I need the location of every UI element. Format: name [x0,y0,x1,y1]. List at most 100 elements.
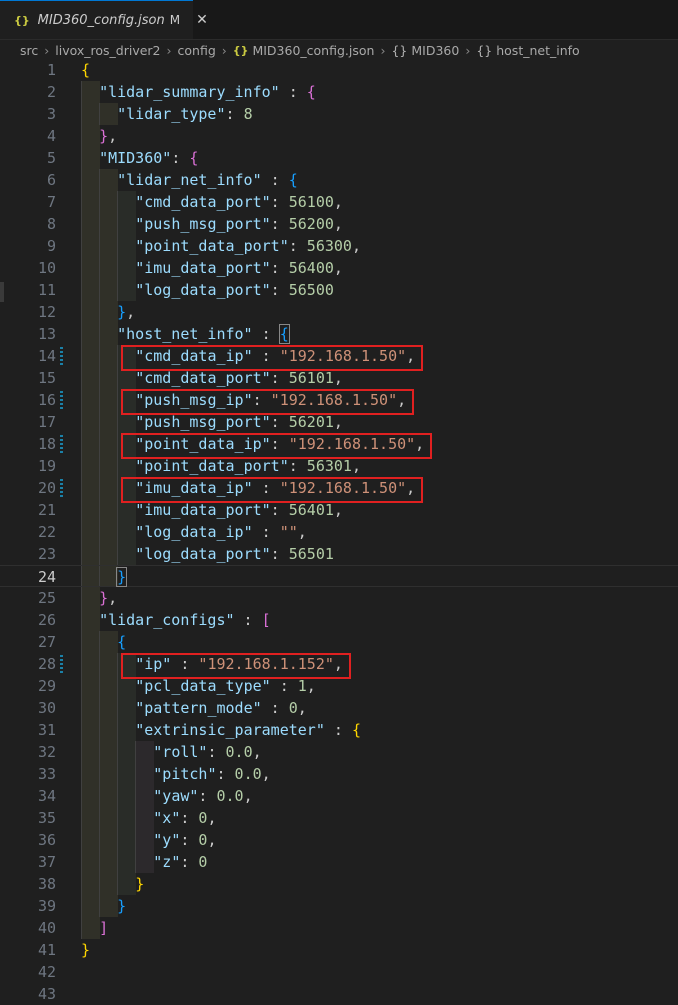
code-token: : [252,523,280,541]
modified-line-marker[interactable] [60,655,63,673]
chevron-right-icon: › [465,42,471,58]
code-line[interactable]: 30 "pattern_mode" : 0, [0,697,678,719]
close-icon[interactable]: ✕ [196,12,208,28]
code-line[interactable]: 25}, [0,587,678,609]
code-line[interactable]: 15 "cmd_data_port": 56101, [0,367,678,389]
code-token: "log_data_port" [135,281,271,299]
code-line[interactable]: 29 "pcl_data_type" : 1, [0,675,678,697]
code-token: , [333,413,343,431]
code-token: : [234,611,262,629]
code-line[interactable]: 37 "z": 0 [0,851,678,873]
code-token: : [180,853,199,871]
code-text: "pitch": 0.0, [153,763,270,785]
modified-indicator: M [169,13,181,27]
code-line[interactable]: 23 "log_data_port": 56501 [0,543,678,565]
line-number: 3 [46,105,56,123]
code-line[interactable]: 10 "imu_data_port": 56400, [0,257,678,279]
breadcrumb-item-config[interactable]: config [178,43,216,58]
code-token: : [270,369,289,387]
breadcrumb-item-livox-ros-driver2[interactable]: livox_ros_driver2 [55,43,160,58]
code-text: "pcl_data_type" : 1, [135,675,316,697]
code-line[interactable]: 34 "yaw": 0.0, [0,785,678,807]
code-line[interactable]: 21 "imu_data_port": 56401, [0,499,678,521]
line-number: 40 [37,919,56,937]
modified-line-marker[interactable] [60,347,63,365]
code-token: 0 [288,699,298,717]
line-number: 33 [37,765,56,783]
code-line[interactable]: 38} [0,873,678,895]
code-token: "push_msg_port" [135,215,271,233]
code-token: { [288,171,298,189]
breadcrumb-item-mid360[interactable]: MID360 [411,43,459,58]
code-line[interactable]: 27 { [0,631,678,653]
line-number: 13 [37,325,56,343]
code-line[interactable]: 2 "lidar_summary_info" : { [0,81,678,103]
code-line[interactable]: 43 [0,983,678,1005]
code-line[interactable]: 9 "point_data_port": 56300, [0,235,678,257]
code-line[interactable]: 7 "cmd_data_port": 56100, [0,191,678,213]
code-text: "log_data_ip" : "", [135,521,307,543]
line-number: 24 [37,568,56,586]
code-text: "lidar_summary_info" : { [99,81,316,103]
line-number: 4 [46,127,56,145]
code-line[interactable]: 36 "y": 0, [0,829,678,851]
code-line[interactable]: 3 "lidar_type": 8 [0,103,678,125]
modified-line-marker[interactable] [60,479,63,497]
code-token: , [108,127,118,145]
line-number: 32 [37,743,56,761]
code-token: "point_data_port" [135,237,289,255]
code-token: "lidar_summary_info" [99,83,280,101]
breadcrumb-item-src[interactable]: src [20,43,38,58]
code-line[interactable]: 33 "pitch": 0.0, [0,763,678,785]
modified-line-marker[interactable] [60,391,63,409]
code-token: "y" [153,831,181,849]
json-file-icon: {} [14,13,30,27]
breadcrumb-item-host-net-info[interactable]: host_net_info [496,43,579,58]
code-token: "z" [153,853,181,871]
code-token: "roll" [153,743,208,761]
code-line[interactable]: 42 [0,961,678,983]
code-token: : [216,765,235,783]
code-line[interactable]: 6 "lidar_net_info" : { [0,169,678,191]
code-token: "pattern_mode" [135,699,262,717]
code-line[interactable]: 13 "host_net_info" : { [0,323,678,345]
code-line[interactable]: 32 "roll": 0.0, [0,741,678,763]
code-line[interactable]: 8 "push_msg_port": 56200, [0,213,678,235]
code-token: } [135,875,145,893]
code-line[interactable]: 31 "extrinsic_parameter" : { [0,719,678,741]
code-token: "lidar_configs" [99,611,235,629]
code-token: , [243,787,253,805]
code-line[interactable]: 26 "lidar_configs" : [ [0,609,678,631]
code-line[interactable]: 35 "x": 0, [0,807,678,829]
code-text: "pattern_mode" : 0, [135,697,307,719]
code-line[interactable]: 41} [0,939,678,961]
line-number: 2 [46,83,56,101]
code-token: 56200 [288,215,334,233]
code-line[interactable]: 24} [0,565,678,587]
code-line[interactable]: 39} [0,895,678,917]
code-line[interactable]: 1{ [0,59,678,81]
code-text: "yaw": 0.0, [153,785,252,807]
code-line[interactable]: 5 "MID360": { [0,147,678,169]
code-token: } [99,127,109,145]
code-token: 0.0 [234,765,262,783]
code-text: }, [99,587,117,609]
line-number: 22 [37,523,56,541]
tab-mid360-config[interactable]: {} MID360_config.json M ✕ [0,0,208,39]
line-number: 37 [37,853,56,871]
code-line[interactable]: 4}, [0,125,678,147]
line-number: 10 [37,259,56,277]
code-text: }, [117,301,135,323]
code-line[interactable]: 11 "log_data_port": 56500 [0,279,678,301]
code-line[interactable]: 19 "point_data_port": 56301, [0,455,678,477]
code-line[interactable]: 40] [0,917,678,939]
code-token: { [306,83,316,101]
code-line[interactable]: 22 "log_data_ip" : "", [0,521,678,543]
modified-line-marker[interactable] [60,435,63,453]
chevron-right-icon: › [221,42,227,58]
code-line[interactable]: 17 "push_msg_port": 56201, [0,411,678,433]
code-token: "imu_data_port" [135,501,271,519]
code-editor[interactable]: 1{ 2 "lidar_summary_info" : {3 "lidar_type"… [0,59,678,1003]
code-line[interactable]: 12}, [0,301,678,323]
breadcrumb-item-file[interactable]: MID360_config.json [252,43,374,58]
